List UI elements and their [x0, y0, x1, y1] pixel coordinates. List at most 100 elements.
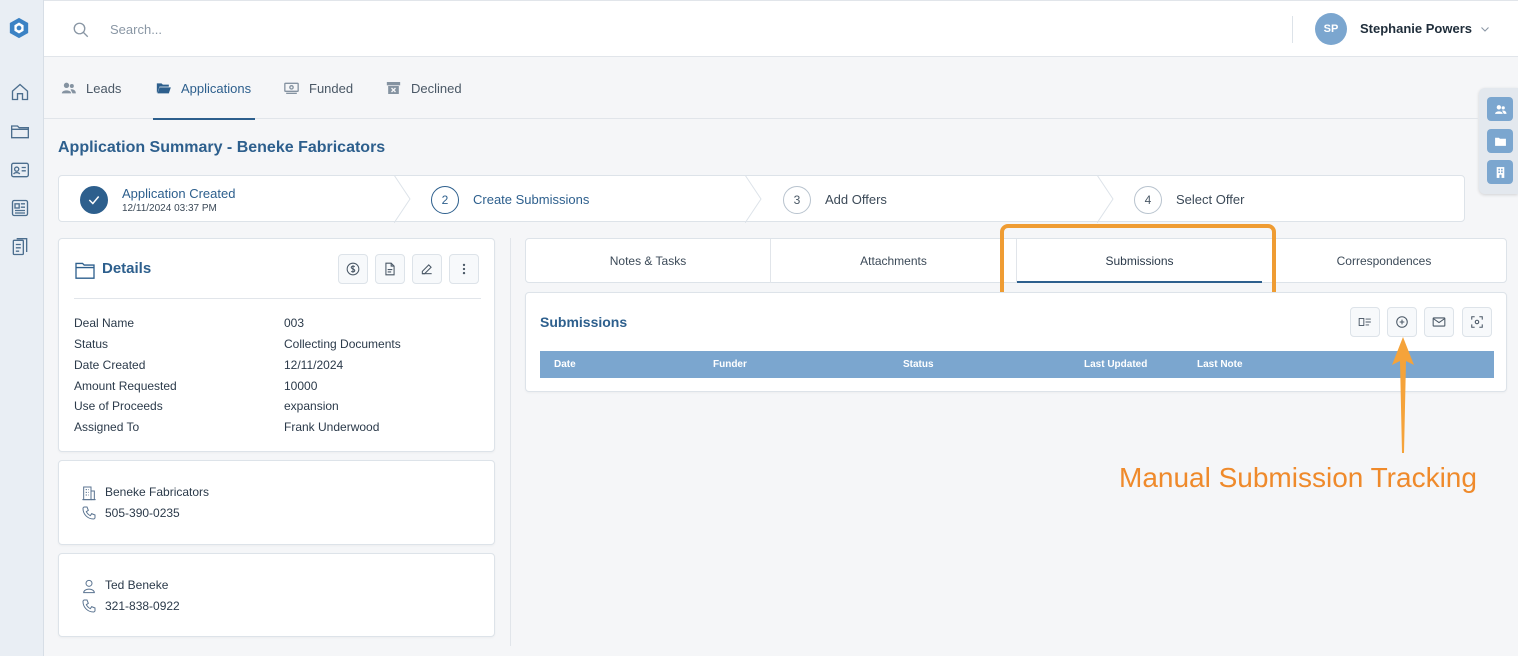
more-vertical-icon — [462, 263, 466, 275]
main-tabs: Leads Applications Funded Declined — [44, 57, 1478, 120]
column-header-last-updated[interactable]: Last Updated — [1084, 359, 1147, 370]
field-value: Frank Underwood — [284, 420, 380, 434]
field-value: 003 — [284, 316, 305, 330]
business-name: Beneke Fabricators — [105, 485, 210, 499]
mail-icon — [1432, 317, 1446, 327]
email-button[interactable] — [1424, 307, 1454, 337]
scan-icon — [1471, 316, 1483, 328]
contact-phone[interactable]: 321-838-0922 — [105, 599, 180, 613]
columns-button[interactable] — [1350, 307, 1380, 337]
tab-label: Declined — [411, 80, 462, 96]
scan-button[interactable] — [1462, 307, 1492, 337]
news-icon[interactable] — [10, 198, 30, 218]
tab-declined[interactable]: Declined — [385, 57, 462, 119]
phone-icon — [82, 599, 96, 613]
folder-icon — [1494, 137, 1506, 146]
folder-open-icon — [156, 83, 171, 94]
document-button[interactable] — [375, 254, 405, 284]
phone-icon — [82, 506, 96, 520]
step-timestamp: 12/11/2024 03:37 PM — [122, 202, 217, 214]
step-separator — [1097, 175, 1114, 223]
step-label: Application Created — [122, 185, 236, 201]
person-icon — [83, 579, 95, 594]
progress-stepper: Application Created 12/11/2024 03:37 PM … — [58, 175, 1465, 223]
step-label: Select Offer — [1176, 192, 1245, 207]
step-create-submissions[interactable]: 2 Create Submissions — [431, 176, 589, 223]
edit-button[interactable] — [412, 254, 442, 284]
user-name[interactable]: Stephanie Powers — [1360, 21, 1472, 36]
field-label: Status — [74, 337, 109, 351]
tab-applications[interactable]: Applications — [153, 57, 256, 120]
folder-icon — [75, 262, 95, 279]
step-number: 2 — [431, 185, 459, 214]
submissions-table-header: Date Funder Status Last Updated Last Not… — [540, 351, 1494, 378]
home-icon[interactable] — [10, 82, 30, 102]
annotation-arrow — [1392, 337, 1414, 453]
tab-label: Funded — [309, 80, 354, 96]
columns-icon — [1358, 318, 1371, 326]
field-label: Amount Requested — [74, 379, 177, 393]
step-separator — [394, 175, 411, 223]
step-number: 4 — [1134, 185, 1162, 214]
quick-building-button[interactable] — [1487, 160, 1513, 184]
document-icon — [385, 262, 395, 276]
plus-circle-icon — [1396, 316, 1408, 328]
step-add-offers[interactable]: 3 Add Offers — [783, 176, 887, 223]
step-application-created[interactable]: Application Created 12/11/2024 03:37 PM — [80, 176, 235, 223]
page-title: Application Summary - Beneke Fabricators — [58, 139, 386, 156]
field-value: 12/11/2024 — [284, 358, 344, 372]
field-value: expansion — [284, 399, 339, 413]
folder-icon[interactable] — [10, 121, 30, 141]
field-label: Assigned To — [74, 420, 140, 434]
tab-leads[interactable]: Leads — [60, 57, 121, 119]
building-icon — [82, 486, 96, 501]
field-label: Use of Proceeds — [74, 399, 163, 413]
submissions-title: Submissions — [540, 314, 628, 330]
field-value: Collecting Documents — [284, 337, 401, 351]
avatar[interactable]: SP — [1315, 13, 1347, 45]
more-options-button[interactable] — [449, 254, 479, 284]
annotation-text: Manual Submission Tracking — [1119, 462, 1477, 493]
step-label: Add Offers — [825, 192, 887, 207]
tab-correspondences[interactable]: Correspondences — [1262, 239, 1506, 283]
contact-card-icon[interactable] — [10, 160, 30, 180]
field-value: 10000 — [284, 379, 318, 393]
business-card: Beneke Fabricators 505-390-0235 — [58, 460, 495, 545]
column-header-last-note[interactable]: Last Note — [1197, 359, 1243, 370]
submissions-card: Submissions Date Funder Status Last Upda… — [525, 292, 1507, 392]
search-input[interactable] — [110, 17, 510, 41]
money-icon — [284, 82, 299, 94]
business-phone[interactable]: 505-390-0235 — [105, 506, 180, 520]
documents-icon[interactable] — [10, 237, 30, 257]
app-logo-icon[interactable] — [8, 17, 30, 39]
step-number: 3 — [783, 185, 811, 214]
details-divider — [74, 298, 481, 299]
add-submission-button[interactable] — [1387, 307, 1417, 337]
tab-attachments[interactable]: Attachments — [771, 239, 1017, 283]
archive-icon — [386, 82, 401, 94]
top-bar: SP Stephanie Powers — [44, 0, 1518, 57]
chevron-down-icon[interactable] — [1479, 23, 1491, 35]
quick-folder-button[interactable] — [1487, 129, 1513, 153]
search-icon — [73, 22, 89, 38]
step-separator — [745, 175, 762, 223]
check-icon — [80, 185, 108, 214]
details-card: Details Deal Name 003 Status Collecting … — [58, 238, 495, 452]
users-icon — [1494, 104, 1506, 114]
tab-label: Leads — [86, 80, 122, 96]
contact-card: Ted Beneke 321-838-0922 — [58, 553, 495, 637]
column-header-funder[interactable]: Funder — [713, 359, 747, 370]
users-icon — [61, 82, 76, 94]
column-header-date[interactable]: Date — [554, 359, 576, 370]
tab-funded[interactable]: Funded — [283, 57, 353, 119]
building-icon — [1496, 166, 1504, 178]
column-divider — [510, 238, 511, 646]
step-label: Create Submissions — [473, 192, 590, 207]
header-divider — [1292, 16, 1293, 43]
tab-notes-tasks[interactable]: Notes & Tasks — [526, 239, 771, 283]
quick-users-button[interactable] — [1487, 97, 1513, 121]
column-header-status[interactable]: Status — [903, 359, 934, 370]
step-select-offer[interactable]: 4 Select Offer — [1134, 176, 1244, 223]
funding-button[interactable] — [338, 254, 368, 284]
field-label: Date Created — [74, 358, 146, 372]
